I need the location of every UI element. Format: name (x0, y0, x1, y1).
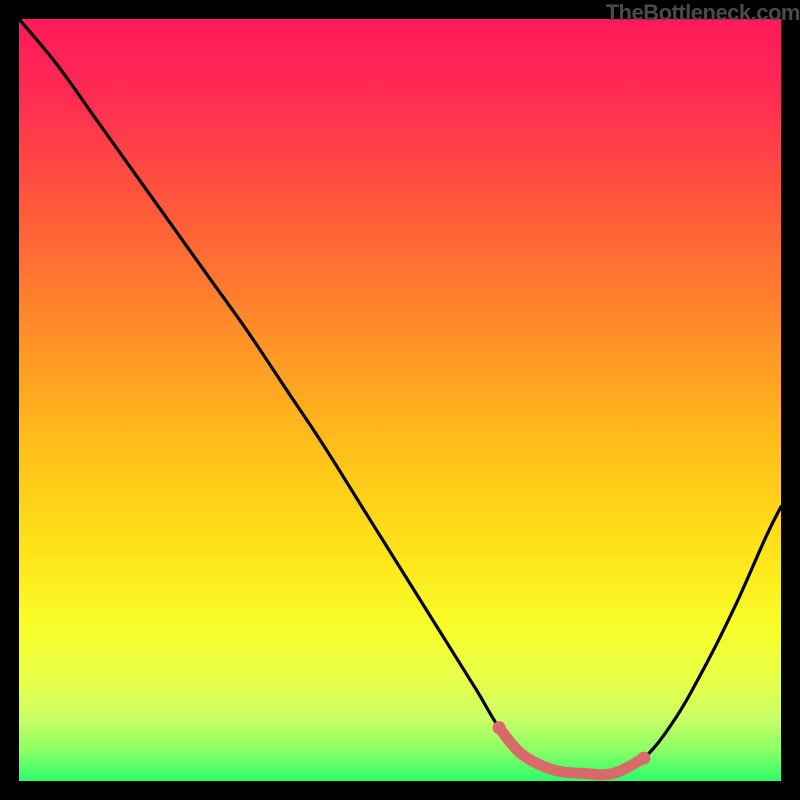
chart-frame (19, 19, 781, 781)
watermark-text: TheBottleneck.com (606, 0, 800, 26)
highlight-dot (637, 752, 650, 765)
bottleneck-chart (19, 19, 781, 781)
gradient-background (19, 19, 781, 781)
highlight-dot (493, 721, 506, 734)
